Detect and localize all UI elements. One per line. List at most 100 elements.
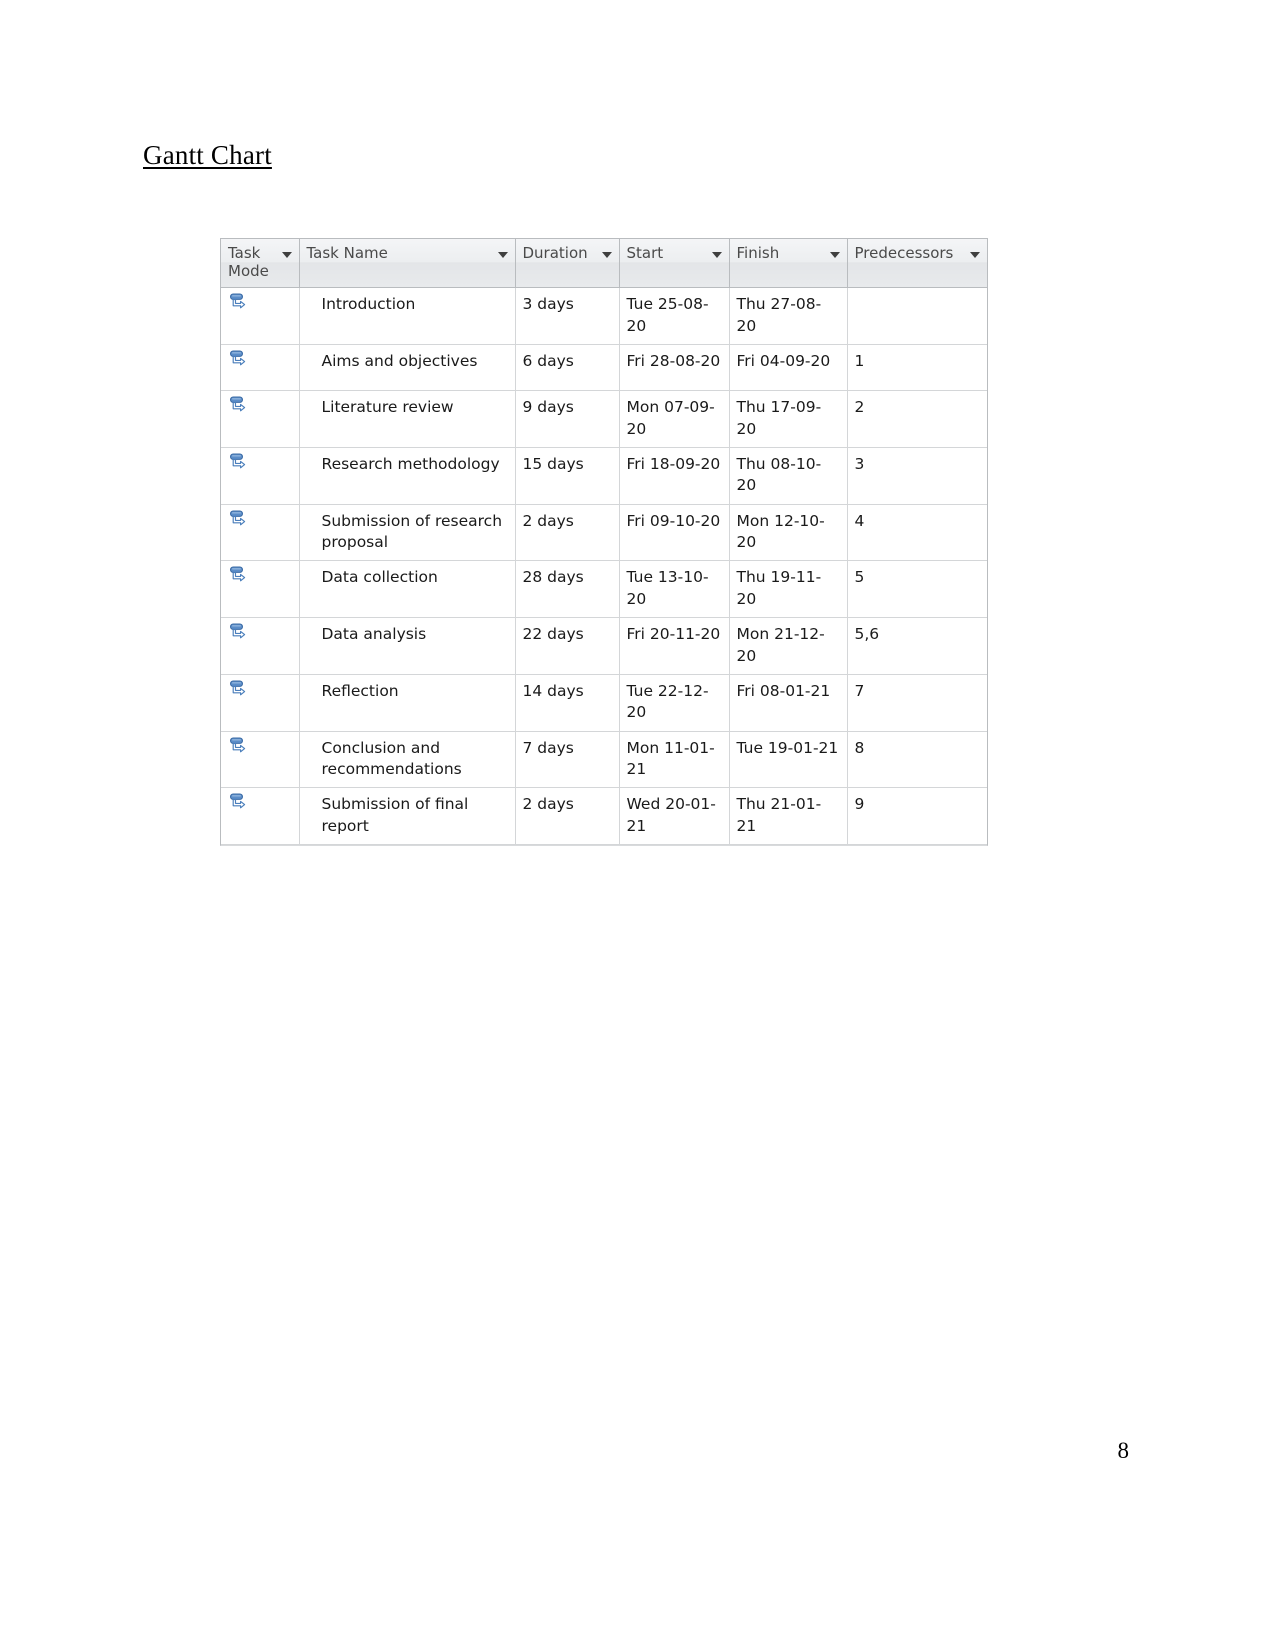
cell-start[interactable]: Tue 22-12-20 xyxy=(619,674,730,732)
cell-task-name[interactable]: Data collection xyxy=(299,560,516,619)
cell-task-name[interactable]: Aims and objectives xyxy=(299,344,516,392)
filter-arrow-icon[interactable] xyxy=(970,252,980,258)
filter-arrow-icon[interactable] xyxy=(711,252,722,258)
cell-task-mode[interactable] xyxy=(221,344,300,392)
cell-finish[interactable]: Thu 21-01-21 xyxy=(729,787,848,846)
page-title: Gantt Chart xyxy=(143,140,272,170)
table-row[interactable]: Introduction 3 days Tue 25-08-20 Thu 27-08-… xyxy=(221,287,987,346)
table-row[interactable]: Reflection 14 days Tue 22-12-20 Fri 08-01-2… xyxy=(221,674,987,732)
cell-task-name[interactable]: Submission of research proposal xyxy=(299,504,516,562)
cell-duration[interactable]: 22 days xyxy=(515,617,620,675)
cell-start[interactable]: Wed 20-01-21 xyxy=(619,787,730,846)
cell-predecessors[interactable]: 8 xyxy=(847,731,987,789)
auto-scheduled-icon[interactable] xyxy=(229,736,299,758)
cell-start[interactable]: Tue 25-08-20 xyxy=(619,287,730,346)
cell-start[interactable]: Tue 13-10-20 xyxy=(619,560,730,619)
cell-predecessors[interactable]: 5,6 xyxy=(847,617,987,675)
cell-task-mode[interactable] xyxy=(221,287,300,346)
cell-task-name[interactable]: Reflection xyxy=(299,674,516,732)
cell-task-name[interactable]: Literature review xyxy=(299,390,516,448)
column-header-start[interactable]: Start xyxy=(619,239,730,289)
cell-finish[interactable]: Thu 17-09-20 xyxy=(729,390,848,448)
filter-arrow-icon[interactable] xyxy=(601,252,612,258)
auto-scheduled-icon[interactable] xyxy=(229,452,299,474)
cell-task-mode[interactable] xyxy=(221,674,300,732)
table-row[interactable]: Submission of research proposal 2 days Fri… xyxy=(221,504,987,562)
cell-task-mode[interactable] xyxy=(221,731,300,789)
column-header-start-label: Start xyxy=(626,244,664,262)
cell-task-name[interactable]: Conclusion and recommendations xyxy=(299,731,516,789)
auto-scheduled-icon[interactable] xyxy=(229,622,299,644)
column-header-finish[interactable]: Finish xyxy=(729,239,848,289)
cell-finish[interactable]: Tue 19-01-21 xyxy=(729,731,848,789)
cell-task-name[interactable]: Research methodology xyxy=(299,447,516,505)
cell-predecessors[interactable]: 5 xyxy=(847,560,987,619)
filter-arrow-icon[interactable] xyxy=(497,252,508,258)
cell-duration[interactable]: 2 days xyxy=(515,504,620,562)
column-header-predecessors-label: Predecessors xyxy=(854,244,954,262)
column-header-task-name[interactable]: Task Name xyxy=(299,239,516,289)
cell-task-mode[interactable] xyxy=(221,617,300,675)
auto-scheduled-icon[interactable] xyxy=(229,349,299,371)
cell-task-name[interactable]: Submission of final report xyxy=(299,787,516,846)
cell-start[interactable]: Fri 18-09-20 xyxy=(619,447,730,505)
cell-predecessors[interactable]: 1 xyxy=(847,344,987,392)
table-header-row: Task Mode Task Name Duration Start Finis… xyxy=(221,239,987,289)
cell-finish[interactable]: Thu 27-08-20 xyxy=(729,287,848,346)
table-row[interactable]: Data collection 28 days Tue 13-10-20 Thu 19… xyxy=(221,560,987,619)
table-row[interactable]: Research methodology 15 days Fri 18-09-20 T… xyxy=(221,447,987,505)
cell-duration[interactable]: 28 days xyxy=(515,560,620,619)
cell-task-name[interactable]: Introduction xyxy=(299,287,516,346)
cell-duration[interactable]: 3 days xyxy=(515,287,620,346)
auto-scheduled-icon[interactable] xyxy=(229,565,299,587)
table-row[interactable]: Conclusion and recommendations 7 days Mon … xyxy=(221,731,987,789)
cell-predecessors[interactable] xyxy=(847,287,987,346)
cell-predecessors[interactable]: 2 xyxy=(847,390,987,448)
auto-scheduled-icon[interactable] xyxy=(229,292,299,314)
gantt-task-table: Task Mode Task Name Duration Start Finis… xyxy=(220,238,988,847)
column-header-duration[interactable]: Duration xyxy=(515,239,620,289)
cell-start[interactable]: Fri 20-11-20 xyxy=(619,617,730,675)
cell-finish[interactable]: Thu 08-10-20 xyxy=(729,447,848,505)
auto-scheduled-icon[interactable] xyxy=(229,509,299,531)
cell-start[interactable]: Mon 07-09-20 xyxy=(619,390,730,448)
table-row[interactable]: Literature review 9 days Mon 07-09-20 Thu 1… xyxy=(221,390,987,448)
column-header-task-mode[interactable]: Task Mode xyxy=(221,239,300,289)
cell-task-mode[interactable] xyxy=(221,390,300,448)
cell-task-mode[interactable] xyxy=(221,504,300,562)
filter-arrow-icon[interactable] xyxy=(829,252,840,258)
table-row[interactable]: Aims and objectives 6 days Fri 28-08-20 Fri… xyxy=(221,344,987,392)
cell-finish[interactable]: Thu 19-11-20 xyxy=(729,560,848,619)
cell-duration[interactable]: 14 days xyxy=(515,674,620,732)
cell-finish[interactable]: Fri 04-09-20 xyxy=(729,344,848,392)
cell-duration[interactable]: 15 days xyxy=(515,447,620,505)
cell-finish[interactable]: Fri 08-01-21 xyxy=(729,674,848,732)
table-row[interactable]: Submission of final report 2 days Wed 20-0… xyxy=(221,787,987,846)
cell-task-name[interactable]: Data analysis xyxy=(299,617,516,675)
cell-predecessors[interactable]: 9 xyxy=(847,787,987,846)
cell-duration[interactable]: 6 days xyxy=(515,344,620,392)
filter-arrow-icon[interactable] xyxy=(281,252,292,258)
auto-scheduled-icon[interactable] xyxy=(229,792,299,814)
table-row[interactable]: Data analysis 22 days Fri 20-11-20 Mon 21-1… xyxy=(221,617,987,675)
cell-start[interactable]: Mon 11-01-21 xyxy=(619,731,730,789)
auto-scheduled-icon[interactable] xyxy=(229,679,299,701)
cell-finish[interactable]: Mon 12-10-20 xyxy=(729,504,848,562)
cell-task-mode[interactable] xyxy=(221,787,300,846)
auto-scheduled-icon[interactable] xyxy=(229,395,299,417)
cell-finish[interactable]: Mon 21-12-20 xyxy=(729,617,848,675)
cell-start[interactable]: Fri 09-10-20 xyxy=(619,504,730,562)
cell-duration[interactable]: 7 days xyxy=(515,731,620,789)
table-body: Introduction 3 days Tue 25-08-20 Thu 27-08-… xyxy=(221,287,987,846)
document-page: Gantt Chart Task Mode Task Name Duration… xyxy=(0,0,1275,1650)
cell-predecessors[interactable]: 7 xyxy=(847,674,987,732)
cell-duration[interactable]: 2 days xyxy=(515,787,620,846)
cell-predecessors[interactable]: 4 xyxy=(847,504,987,562)
cell-predecessors[interactable]: 3 xyxy=(847,447,987,505)
column-header-task-mode-label: Task Mode xyxy=(228,244,269,280)
cell-task-mode[interactable] xyxy=(221,447,300,505)
column-header-predecessors[interactable]: Predecessors xyxy=(847,239,987,289)
cell-start[interactable]: Fri 28-08-20 xyxy=(619,344,730,392)
cell-task-mode[interactable] xyxy=(221,560,300,619)
cell-duration[interactable]: 9 days xyxy=(515,390,620,448)
